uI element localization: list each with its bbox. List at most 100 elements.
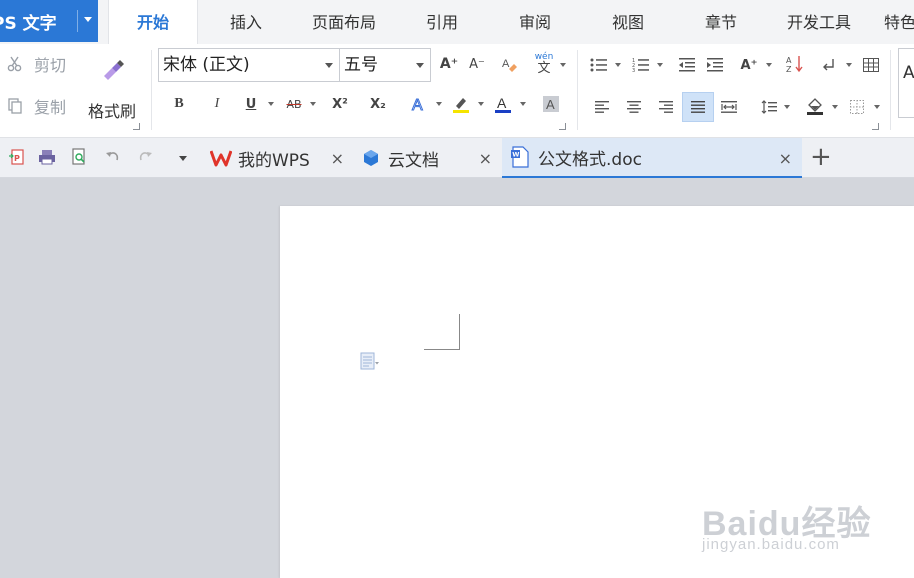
bullet-list-button[interactable] bbox=[588, 54, 610, 76]
decrease-indent-icon bbox=[679, 58, 695, 72]
paragraph-mark-icon bbox=[823, 59, 834, 71]
align-left-button[interactable] bbox=[592, 96, 612, 118]
strikethrough-button[interactable]: AB bbox=[282, 92, 306, 116]
text-effect-button[interactable]: A bbox=[408, 92, 430, 116]
print-preview-icon[interactable] bbox=[70, 148, 88, 166]
highlight-button[interactable] bbox=[450, 92, 472, 116]
text-effect-icon: A bbox=[412, 97, 424, 114]
ribbon: 剪切 复制 格式刷 宋体 (正文) 五号 A⁺ A⁻ A wén 文 B I U… bbox=[0, 44, 914, 138]
copy-icon bbox=[8, 98, 22, 114]
tab-chapter[interactable]: 章节 bbox=[684, 0, 758, 44]
bold-button[interactable]: B bbox=[168, 92, 190, 116]
show-marks-caret-icon[interactable] bbox=[846, 63, 852, 67]
shrink-font-button[interactable]: A⁻ bbox=[466, 52, 488, 76]
word-doc-icon: W bbox=[511, 146, 529, 168]
font-color-caret-icon[interactable] bbox=[520, 102, 526, 106]
print-icon[interactable] bbox=[38, 148, 56, 166]
char-shading-button[interactable]: A bbox=[540, 92, 562, 116]
scissors-icon bbox=[7, 56, 22, 72]
bullet-list-caret-icon[interactable] bbox=[615, 63, 621, 67]
phonetic-caret-icon[interactable] bbox=[560, 63, 566, 67]
borders-caret-icon[interactable] bbox=[874, 105, 880, 109]
style-gallery[interactable]: A bbox=[898, 48, 914, 118]
strikethrough-caret-icon[interactable] bbox=[310, 102, 316, 106]
italic-button[interactable]: I bbox=[206, 92, 228, 116]
group-separator bbox=[151, 50, 152, 130]
cloud-doc-icon bbox=[364, 150, 378, 166]
tab-document-active[interactable]: W 公文格式.doc × bbox=[502, 138, 802, 178]
line-spacing-button[interactable] bbox=[758, 96, 780, 118]
tab-references[interactable]: 引用 bbox=[406, 0, 478, 44]
decrease-indent-button[interactable] bbox=[676, 54, 698, 76]
eraser-icon: A bbox=[502, 58, 517, 72]
paragraph-launcher-icon[interactable] bbox=[872, 123, 879, 130]
clear-format-button[interactable]: A bbox=[498, 52, 520, 76]
font-color-button[interactable]: A bbox=[492, 92, 514, 116]
shading-button[interactable] bbox=[804, 94, 826, 118]
close-icon[interactable]: × bbox=[479, 149, 492, 168]
app-menu-caret-icon[interactable] bbox=[84, 17, 92, 22]
justify-button[interactable] bbox=[682, 92, 714, 122]
numbered-list-icon: 123 bbox=[632, 58, 649, 73]
table-icon bbox=[863, 58, 879, 72]
page-margin-corner-mark bbox=[424, 314, 460, 350]
shading-caret-icon[interactable] bbox=[832, 105, 838, 109]
phonetic-guide-button[interactable]: wén 文 bbox=[532, 50, 556, 78]
numbered-list-caret-icon[interactable] bbox=[657, 63, 663, 67]
underline-button[interactable]: U bbox=[240, 92, 262, 116]
quick-access-caret-icon[interactable] bbox=[179, 156, 187, 161]
svg-text:A: A bbox=[546, 97, 555, 112]
borders-button[interactable] bbox=[846, 96, 868, 118]
tab-review[interactable]: 审阅 bbox=[498, 0, 572, 44]
superscript-button[interactable]: X² bbox=[328, 92, 352, 116]
show-marks-button[interactable] bbox=[818, 54, 840, 76]
tab-insert[interactable]: 插入 bbox=[206, 0, 286, 44]
distribute-button[interactable] bbox=[718, 96, 740, 118]
underline-caret-icon[interactable] bbox=[268, 102, 274, 106]
change-case-caret-icon[interactable] bbox=[766, 63, 772, 67]
grow-font-button[interactable]: A⁺ bbox=[438, 52, 460, 76]
increase-indent-icon bbox=[707, 58, 723, 72]
line-spacing-icon bbox=[761, 100, 777, 114]
phonetic-char: 文 bbox=[537, 60, 551, 76]
strikethrough-icon: AB bbox=[286, 97, 302, 111]
table-button[interactable] bbox=[860, 54, 882, 76]
tab-my-wps[interactable]: 我的WPS × bbox=[202, 138, 354, 178]
subscript-button[interactable]: X₂ bbox=[366, 92, 390, 116]
close-icon[interactable]: × bbox=[779, 149, 792, 168]
text-effect-caret-icon[interactable] bbox=[436, 102, 442, 106]
font-family-select[interactable]: 宋体 (正文) bbox=[158, 48, 340, 82]
paste-options-button[interactable] bbox=[360, 352, 380, 374]
tab-cloud-docs[interactable]: 云文档 × bbox=[354, 138, 502, 178]
font-launcher-icon[interactable] bbox=[559, 123, 566, 130]
char-shading-icon: A bbox=[543, 96, 559, 112]
clipboard-launcher-icon[interactable] bbox=[133, 123, 140, 130]
undo-icon[interactable] bbox=[104, 148, 122, 166]
increase-indent-button[interactable] bbox=[704, 54, 726, 76]
tab-special[interactable]: 特色 bbox=[880, 0, 914, 44]
align-center-icon bbox=[627, 101, 641, 113]
numbered-list-button[interactable]: 123 bbox=[630, 54, 652, 76]
tab-view[interactable]: 视图 bbox=[592, 0, 664, 44]
new-tab-button[interactable]: + bbox=[810, 142, 832, 172]
cut-button[interactable]: 剪切 bbox=[6, 52, 76, 76]
cut-label: 剪切 bbox=[34, 56, 67, 75]
redo-icon[interactable] bbox=[136, 148, 154, 166]
tab-developer[interactable]: 开发工具 bbox=[772, 0, 866, 44]
line-spacing-caret-icon[interactable] bbox=[784, 105, 790, 109]
export-pdf-icon[interactable]: P bbox=[8, 148, 26, 166]
copy-button[interactable]: 复制 bbox=[6, 94, 76, 118]
tab-page-layout[interactable]: 页面布局 bbox=[298, 0, 390, 44]
highlight-caret-icon[interactable] bbox=[478, 102, 484, 106]
align-right-button[interactable] bbox=[656, 96, 676, 118]
justify-icon bbox=[691, 101, 705, 113]
svg-text:A: A bbox=[502, 58, 510, 70]
format-painter-button[interactable]: 格式刷 bbox=[82, 50, 142, 128]
font-size-select[interactable]: 五号 bbox=[339, 48, 431, 82]
app-menu-button[interactable]: PS 文字 bbox=[0, 0, 98, 42]
close-icon[interactable]: × bbox=[331, 149, 344, 168]
tab-home[interactable]: 开始 bbox=[108, 0, 198, 44]
change-case-button[interactable]: A⁺ bbox=[738, 54, 760, 76]
sort-button[interactable]: AZ bbox=[784, 52, 806, 76]
align-center-button[interactable] bbox=[624, 96, 644, 118]
